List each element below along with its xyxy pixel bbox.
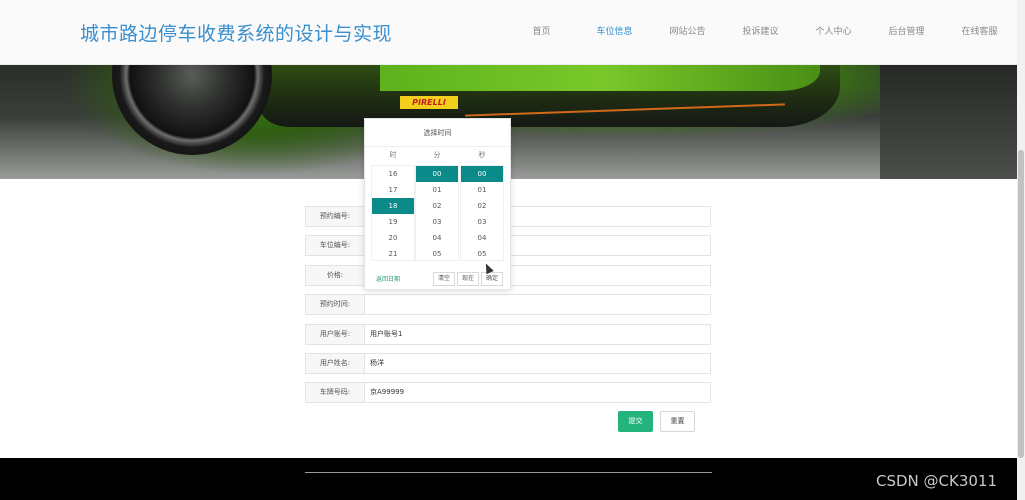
booking-id-label: 预约编号: bbox=[305, 206, 365, 227]
second-option-selected[interactable]: 00 bbox=[461, 166, 503, 182]
reset-button[interactable]: 重置 bbox=[660, 411, 695, 432]
hour-option[interactable]: 20 bbox=[372, 230, 414, 246]
price-label: 价格: bbox=[305, 265, 365, 286]
minute-option-selected[interactable]: 00 bbox=[416, 166, 458, 182]
plate-number-input[interactable]: 京A99999 bbox=[364, 382, 711, 403]
banner-background-right bbox=[880, 65, 1017, 179]
minute-column-header: 分 bbox=[433, 151, 441, 159]
user-account-input[interactable]: 用户账号1 bbox=[364, 324, 711, 345]
car-green-panel bbox=[380, 65, 820, 91]
nav-home[interactable]: 首页 bbox=[505, 0, 578, 65]
second-option[interactable]: 01 bbox=[461, 182, 503, 198]
page-scrollbar-thumb[interactable] bbox=[1018, 150, 1024, 458]
minute-list[interactable]: 00 01 02 03 04 05 bbox=[415, 165, 459, 261]
site-title: 城市路边停车收费系统的设计与实现 bbox=[80, 23, 393, 45]
hour-option[interactable]: 17 bbox=[372, 182, 414, 198]
now-button[interactable]: 现在 bbox=[457, 272, 479, 286]
second-option[interactable]: 03 bbox=[461, 214, 503, 230]
second-option[interactable]: 02 bbox=[461, 198, 503, 214]
minute-option[interactable]: 03 bbox=[416, 214, 458, 230]
second-option[interactable]: 04 bbox=[461, 230, 503, 246]
nav-admin[interactable]: 后台管理 bbox=[870, 0, 943, 65]
nav-personal-center[interactable]: 个人中心 bbox=[797, 0, 870, 65]
submit-button[interactable]: 提交 bbox=[618, 411, 653, 432]
minute-option[interactable]: 02 bbox=[416, 198, 458, 214]
nav-announcements[interactable]: 网站公告 bbox=[651, 0, 724, 65]
main-nav: 首页 车位信息 网站公告 投诉建议 个人中心 后台管理 在线客服 bbox=[505, 0, 1016, 65]
pirelli-logo: PIRELLI bbox=[400, 96, 458, 109]
clear-button[interactable]: 清空 bbox=[433, 272, 455, 286]
minute-option[interactable]: 05 bbox=[416, 246, 458, 260]
nav-parking-info[interactable]: 车位信息 bbox=[578, 0, 651, 65]
back-to-date-link[interactable]: 返回日期 bbox=[376, 274, 400, 283]
hour-option[interactable]: 16 bbox=[372, 166, 414, 182]
hour-list[interactable]: 16 17 18 19 20 21 bbox=[371, 165, 415, 261]
minute-option[interactable]: 04 bbox=[416, 230, 458, 246]
space-id-label: 车位编号: bbox=[305, 235, 365, 256]
hour-column-header: 时 bbox=[389, 151, 397, 159]
second-list[interactable]: 00 01 02 03 04 05 bbox=[460, 165, 504, 261]
hour-option-selected[interactable]: 18 bbox=[372, 198, 414, 214]
footer-divider bbox=[305, 472, 712, 473]
user-account-label: 用户账号: bbox=[305, 324, 365, 345]
hour-option[interactable]: 19 bbox=[372, 214, 414, 230]
confirm-button[interactable]: 确定 bbox=[481, 272, 503, 286]
second-column-header: 秒 bbox=[478, 151, 486, 159]
booking-time-input[interactable] bbox=[364, 294, 711, 315]
second-option[interactable]: 05 bbox=[461, 246, 503, 260]
minute-option[interactable]: 01 bbox=[416, 182, 458, 198]
user-name-label: 用户姓名: bbox=[305, 353, 365, 374]
site-header: 城市路边停车收费系统的设计与实现 首页 车位信息 网站公告 投诉建议 个人中心 … bbox=[0, 0, 1017, 65]
time-picker-title: 选择时间 bbox=[365, 119, 510, 147]
booking-time-label: 预约时间: bbox=[305, 294, 365, 315]
plate-number-label: 车牌号码: bbox=[305, 382, 365, 403]
user-name-input[interactable]: 杨洋 bbox=[364, 353, 711, 374]
nav-online-service[interactable]: 在线客服 bbox=[943, 0, 1016, 65]
site-footer bbox=[0, 458, 1017, 500]
car-wheel bbox=[112, 65, 272, 155]
hour-option[interactable]: 21 bbox=[372, 246, 414, 260]
csdn-watermark: CSDN @CK3011 bbox=[876, 472, 998, 490]
nav-complaints[interactable]: 投诉建议 bbox=[724, 0, 797, 65]
